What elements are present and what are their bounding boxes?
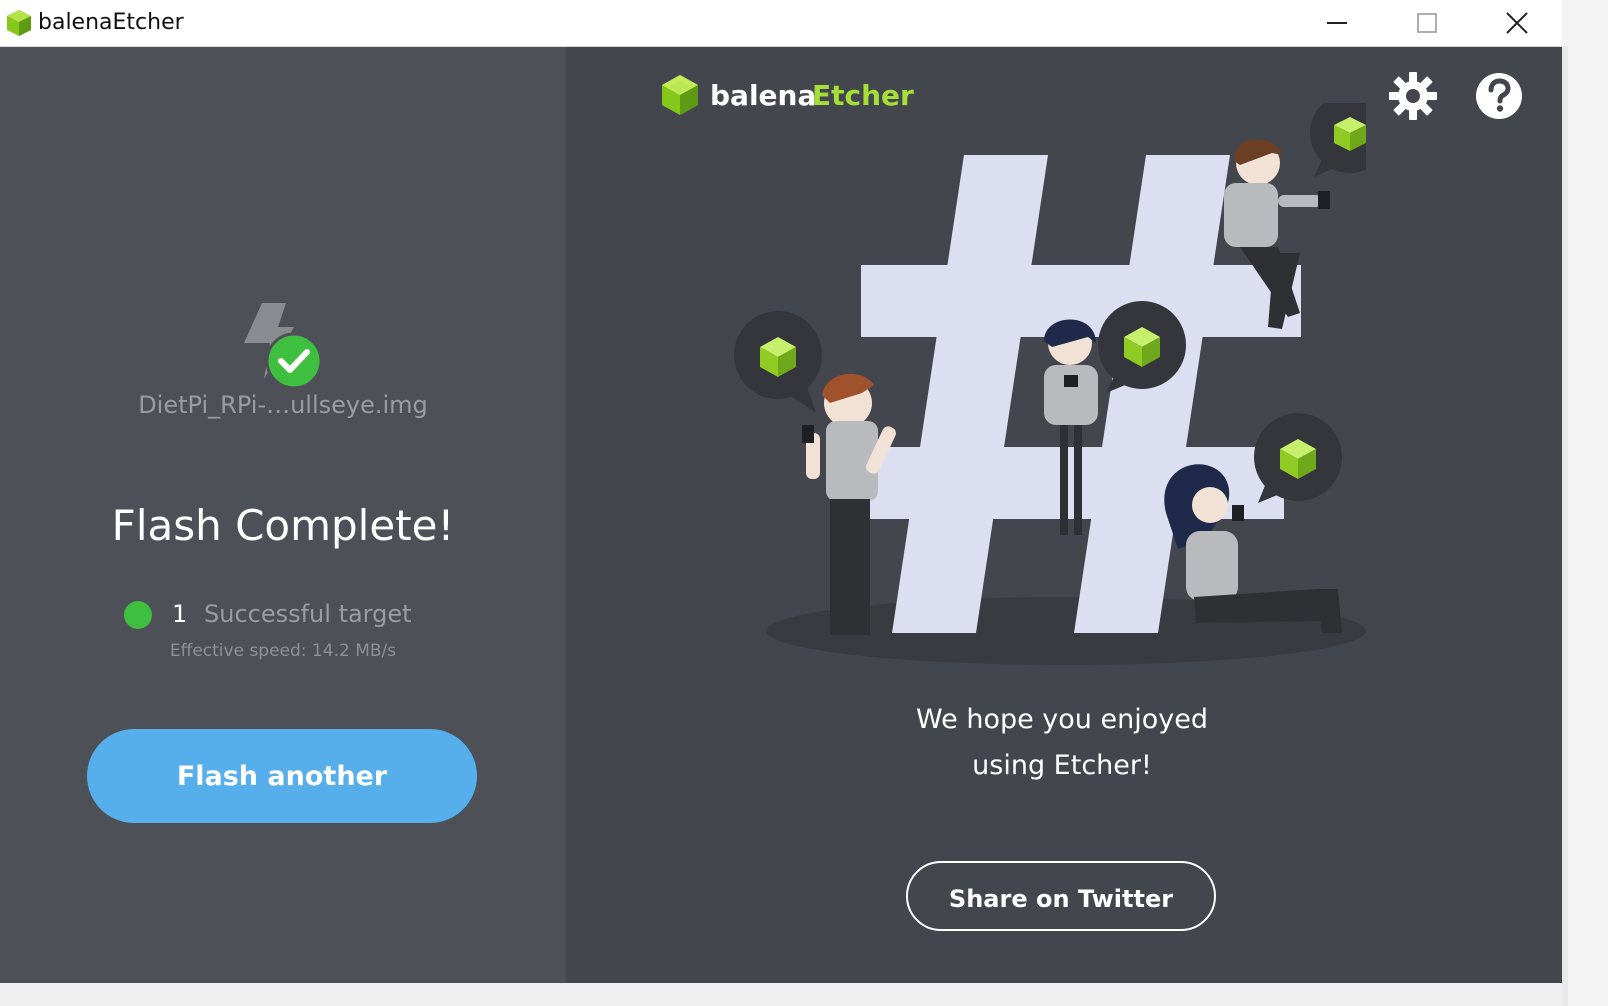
maximize-button[interactable] (1382, 0, 1472, 46)
target-count: 1 (172, 600, 188, 628)
effective-speed: Effective speed: 14.2 MB/s (169, 641, 397, 661)
etcher-cube-icon (662, 75, 698, 115)
enjoy-line-2: using Etcher! (972, 750, 1152, 781)
flash-complete-heading: Flash Complete! (111, 501, 455, 550)
window-edge (1562, 0, 1608, 1006)
success-status-dot (124, 601, 152, 629)
window-bottom-edge (0, 983, 1562, 1006)
help-icon[interactable] (1474, 71, 1524, 121)
enjoy-line-1: We hope you enjoyed (916, 704, 1208, 735)
speech-bubble-4 (1254, 413, 1342, 503)
window-titlebar: balenaEtcher (0, 0, 1562, 47)
scrollbar (1562, 46, 1568, 1006)
enjoy-message: We hope you enjoyed using Etcher! (812, 697, 1312, 789)
share-twitter-button[interactable]: Share on Twitter (906, 861, 1216, 931)
speech-bubble-3 (1310, 103, 1366, 177)
image-filename: DietPi_RPi-…ullseye.img (138, 391, 428, 419)
target-label: Successful target (204, 600, 412, 628)
check-circle-icon (265, 332, 323, 390)
maximize-icon (1417, 13, 1437, 33)
speech-bubble-1 (734, 311, 822, 413)
minimize-button[interactable] (1292, 0, 1382, 46)
etcher-app-icon (7, 10, 31, 36)
close-button[interactable] (1472, 0, 1562, 46)
close-icon (1506, 12, 1528, 34)
flash-another-button[interactable]: Flash another (87, 729, 477, 823)
gear-icon[interactable] (1388, 71, 1438, 121)
hashtag-people-illustration (734, 103, 1366, 665)
window-title: balenaEtcher (38, 10, 184, 35)
right-panel: balena Etcher We hope you enjoyed using … (566, 47, 1562, 983)
left-panel: DietPi_RPi-…ullseye.img Flash Complete! … (0, 47, 566, 983)
minimize-icon (1327, 22, 1347, 24)
flash-success-icon (238, 303, 328, 393)
